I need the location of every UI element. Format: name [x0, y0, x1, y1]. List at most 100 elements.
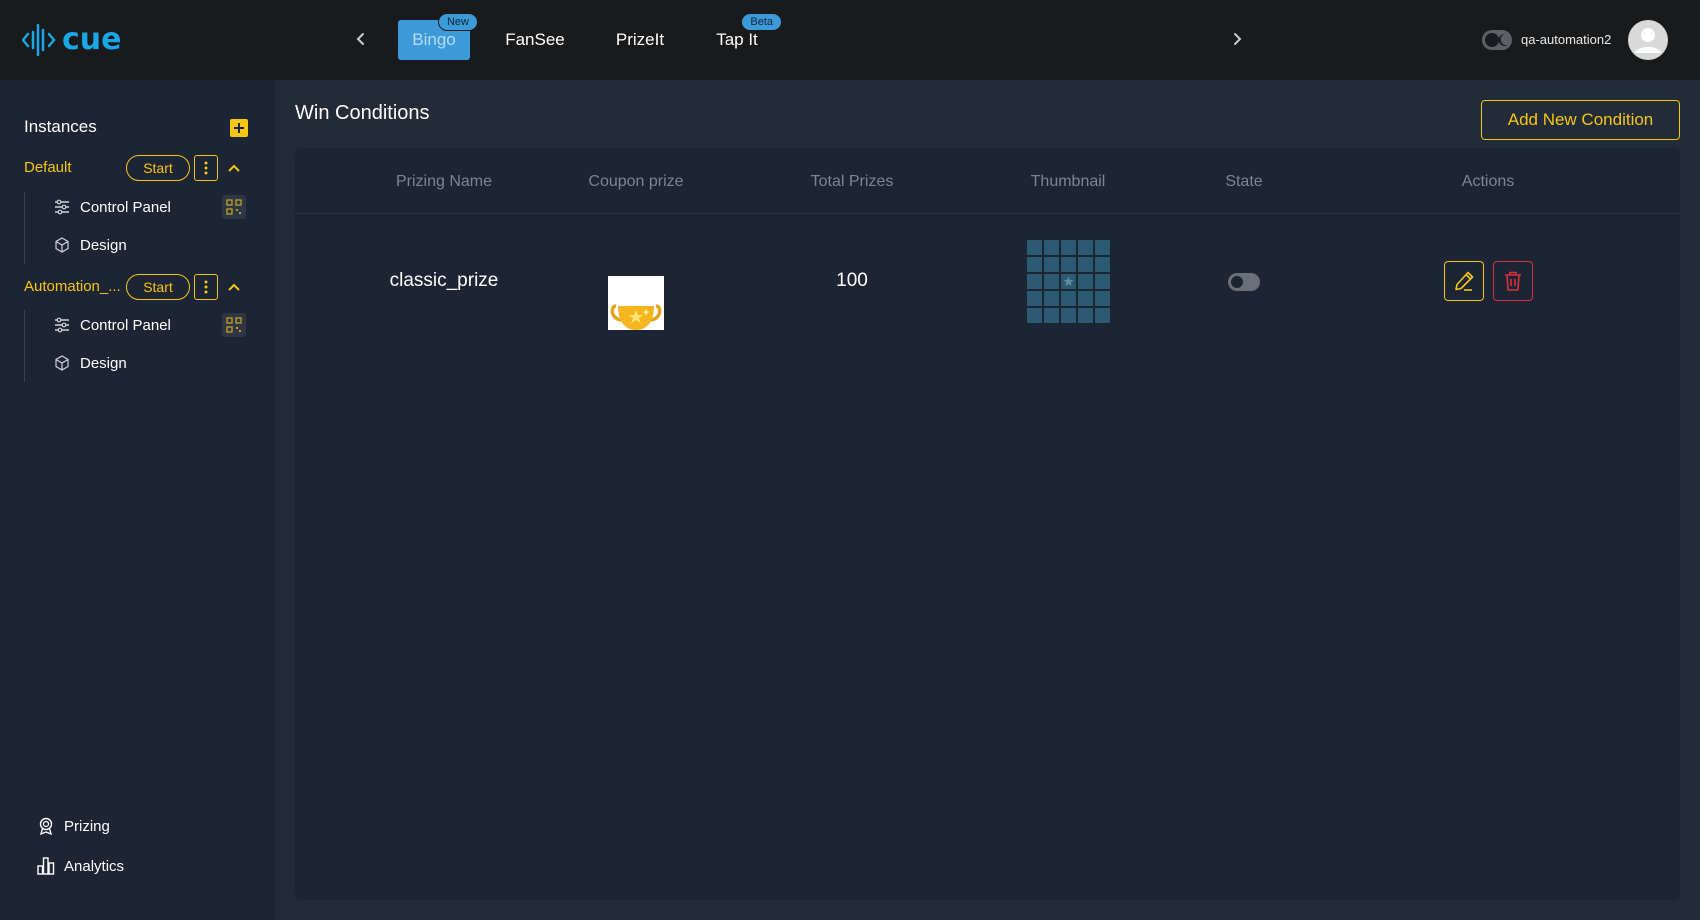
star-icon [1061, 274, 1076, 289]
logo-text: cue [62, 22, 122, 57]
win-conditions-table: Prizing Name Coupon prize Total Prizes T… [295, 148, 1680, 900]
sidebar-item-label: Design [80, 236, 127, 254]
grid-cell [1027, 240, 1042, 255]
instance-menu-button[interactable] [194, 155, 218, 181]
sliders-icon [54, 317, 70, 333]
add-new-condition-button[interactable]: Add New Condition [1481, 100, 1680, 140]
plus-icon [234, 123, 244, 133]
trophy-image [608, 276, 664, 330]
sidebar-item-label: Prizing [64, 817, 110, 835]
sidebar: Instances Default Start Control Panel De… [0, 80, 275, 920]
tab-label: Bingo [412, 30, 456, 49]
toggle-knob [1231, 276, 1243, 288]
instance-start-button[interactable]: Start [126, 155, 190, 181]
sidebar-item-design[interactable]: Design [54, 352, 249, 374]
new-badge: New [437, 13, 478, 31]
tab-label: Tap It [716, 30, 758, 49]
grid-cell [1095, 240, 1110, 255]
column-header-actions: Actions [1461, 173, 1515, 190]
tab-tap-it[interactable]: Tap It Beta [710, 13, 782, 60]
cube-icon [54, 355, 70, 371]
sidebar-item-control-panel[interactable]: Control Panel [54, 196, 249, 218]
qr-code-button[interactable] [222, 195, 246, 219]
table-header: Prizing Name Coupon prize Total Prizes T… [295, 148, 1680, 214]
top-bar: cue Bingo New FanSee PrizeIt Tap It Beta… [0, 0, 1700, 80]
edit-button[interactable] [1444, 261, 1484, 301]
avatar[interactable] [1628, 20, 1668, 60]
state-toggle[interactable] [1228, 273, 1260, 291]
grid-cell [1027, 291, 1042, 306]
grid-cell [1095, 291, 1110, 306]
qr-code-button[interactable] [222, 313, 246, 337]
tab-label: PrizeIt [615, 30, 665, 49]
grid-cell [1027, 274, 1042, 289]
grid-cell [1027, 308, 1042, 323]
column-header-state: State [1225, 173, 1263, 190]
sidebar-item-control-panel[interactable]: Control Panel [54, 314, 249, 336]
moon-icon [1498, 33, 1508, 46]
grid-cell [1044, 308, 1059, 323]
qr-code-icon [226, 199, 242, 215]
grid-cell [1095, 274, 1110, 289]
grid-cell [1044, 240, 1059, 255]
grid-cell [1078, 257, 1093, 272]
sidebar-item-label: Design [80, 354, 127, 372]
instance-name[interactable]: Default [24, 158, 120, 178]
logo-waveform-icon [22, 23, 56, 57]
column-header-total-prizes: Total Prizes [810, 173, 894, 190]
bar-chart-icon [36, 856, 56, 876]
nav-prev-arrow[interactable] [350, 28, 372, 50]
beta-badge: Beta [741, 13, 782, 31]
tab-prizeit[interactable]: PrizeIt [608, 20, 672, 60]
grid-cell [1044, 257, 1059, 272]
instances-title: Instances [24, 117, 97, 136]
instance-menu-button[interactable] [194, 274, 218, 300]
page-title: Win Conditions [295, 102, 430, 124]
kebab-menu-icon [204, 161, 208, 175]
sidebar-item-analytics[interactable]: Analytics [36, 854, 124, 878]
tab-bingo[interactable]: Bingo New [398, 13, 478, 60]
instance-name[interactable]: Automation_... [24, 277, 120, 297]
chevron-right-icon [1234, 33, 1242, 45]
tab-fansee[interactable]: FanSee [498, 20, 572, 60]
grid-cell [1078, 274, 1093, 289]
prizing-name-cell: classic_prize [389, 270, 499, 291]
kebab-menu-icon [204, 280, 208, 294]
nav-next-arrow[interactable] [1226, 28, 1248, 50]
add-instance-button[interactable] [230, 119, 248, 137]
delete-button[interactable] [1493, 261, 1533, 301]
tab-label: FanSee [505, 30, 565, 49]
grid-cell [1061, 308, 1076, 323]
column-header-coupon-prize: Coupon prize [588, 173, 684, 190]
tree-line [24, 192, 25, 264]
instance-row-automation: Automation_... Start [24, 274, 254, 300]
tree-line [24, 310, 25, 382]
award-icon [36, 816, 56, 836]
grid-cell [1095, 257, 1110, 272]
sidebar-item-label: Control Panel [80, 198, 171, 216]
cube-icon [54, 237, 70, 253]
chevron-left-icon [356, 33, 364, 45]
pencil-icon [1455, 271, 1474, 291]
sidebar-item-design[interactable]: Design [54, 234, 249, 256]
user-icon [1635, 28, 1661, 53]
instance-collapse-button[interactable] [226, 160, 242, 176]
sidebar-item-prizing[interactable]: Prizing [36, 814, 110, 838]
sidebar-item-label: Control Panel [80, 316, 171, 334]
grid-cell [1078, 291, 1093, 306]
instance-start-button[interactable]: Start [126, 274, 190, 300]
grid-cell [1044, 274, 1059, 289]
grid-cell [1061, 240, 1076, 255]
trash-icon [1505, 271, 1521, 291]
grid-cell [1027, 257, 1042, 272]
grid-cell [1078, 240, 1093, 255]
chevron-up-icon [228, 283, 240, 291]
instance-collapse-button[interactable] [226, 279, 242, 295]
grid-cell [1061, 291, 1076, 306]
column-header-thumbnail: Thumbnail [1030, 173, 1106, 190]
grid-cell [1095, 308, 1110, 323]
app-logo[interactable]: cue [22, 20, 122, 60]
grid-cell [1078, 308, 1093, 323]
total-prizes-cell: 100 [836, 270, 868, 291]
theme-toggle[interactable] [1482, 30, 1512, 50]
